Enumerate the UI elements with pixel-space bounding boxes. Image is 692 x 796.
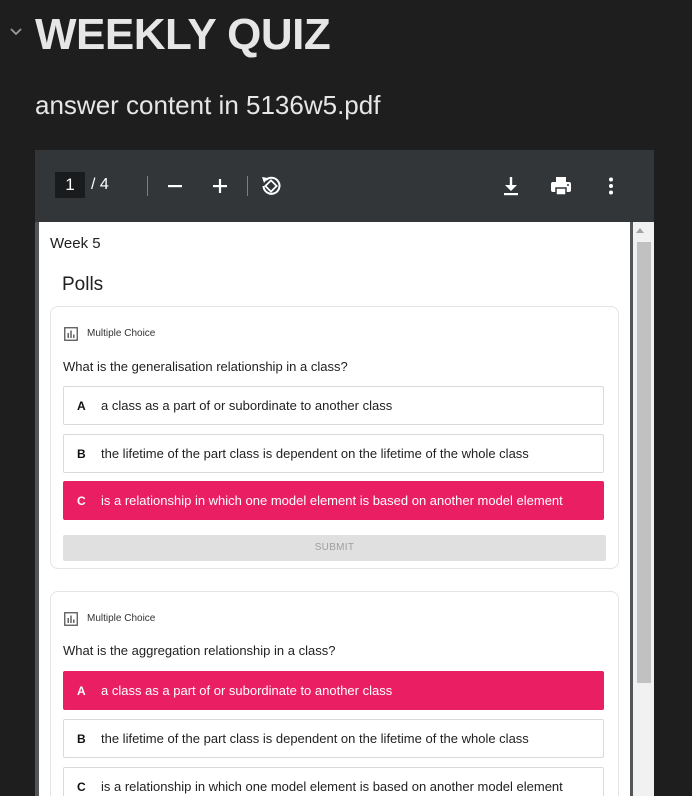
poll-card: Multiple Choice What is the aggregation … [50, 591, 619, 796]
zoom-in-icon[interactable] [206, 172, 234, 200]
pdf-viewer: 1 / 4 Week 5 Polls Multiple Choice What … [35, 150, 654, 796]
option-letter: A [77, 399, 86, 413]
poll-card: Multiple Choice What is the generalisati… [50, 306, 619, 569]
section-subtitle: answer content in 5136w5.pdf [35, 90, 381, 120]
poll-option-c[interactable]: C is a relationship in which one model e… [63, 767, 604, 796]
toolbar-divider [147, 176, 148, 196]
more-vert-icon[interactable] [597, 172, 625, 200]
poll-option-a[interactable]: A a class as a part of or subordinate to… [63, 671, 604, 710]
option-text: the lifetime of the part class is depend… [101, 731, 529, 746]
option-letter: B [77, 447, 86, 461]
section-title: WEEKLY QUIZ [35, 10, 331, 59]
pdf-toolbar: 1 / 4 [35, 150, 654, 222]
polls-heading: Polls [62, 274, 104, 295]
option-text: a class as a part of or subordinate to a… [101, 683, 393, 698]
poll-type-label: Multiple Choice [87, 613, 156, 624]
poll-question: What is the aggregation relationship in … [63, 643, 336, 658]
option-letter: B [77, 732, 86, 746]
week-label: Week 5 [50, 235, 101, 252]
poll-question: What is the generalisation relationship … [63, 359, 348, 374]
poll-option-a[interactable]: A a class as a part of or subordinate to… [63, 386, 604, 425]
page-total: / 4 [91, 176, 109, 193]
toolbar-divider [247, 176, 248, 196]
page-number-input[interactable]: 1 [55, 172, 85, 198]
option-letter: C [77, 494, 86, 508]
option-text: is a relationship in which one model ele… [101, 779, 563, 794]
option-letter: C [77, 780, 86, 794]
submit-button[interactable]: SUBMIT [63, 535, 606, 561]
print-icon[interactable] [547, 172, 575, 200]
option-text: is a relationship in which one model ele… [101, 493, 563, 508]
bar-chart-icon [64, 327, 78, 341]
bar-chart-icon [64, 612, 78, 626]
pdf-page: Week 5 Polls Multiple Choice What is the… [39, 222, 630, 796]
poll-type-label: Multiple Choice [87, 328, 156, 339]
option-text: the lifetime of the part class is depend… [101, 446, 529, 461]
zoom-out-icon[interactable] [161, 172, 189, 200]
rotate-icon[interactable] [257, 172, 285, 200]
option-letter: A [77, 684, 86, 698]
option-text: a class as a part of or subordinate to a… [101, 398, 393, 413]
poll-option-b[interactable]: B the lifetime of the part class is depe… [63, 434, 604, 473]
poll-option-b[interactable]: B the lifetime of the part class is depe… [63, 719, 604, 758]
poll-option-c[interactable]: C is a relationship in which one model e… [63, 481, 604, 520]
scrollbar-thumb[interactable] [637, 242, 651, 683]
download-icon[interactable] [497, 172, 525, 200]
collapse-chevron-icon[interactable] [8, 24, 24, 40]
scroll-up-arrow-icon[interactable] [636, 228, 644, 233]
